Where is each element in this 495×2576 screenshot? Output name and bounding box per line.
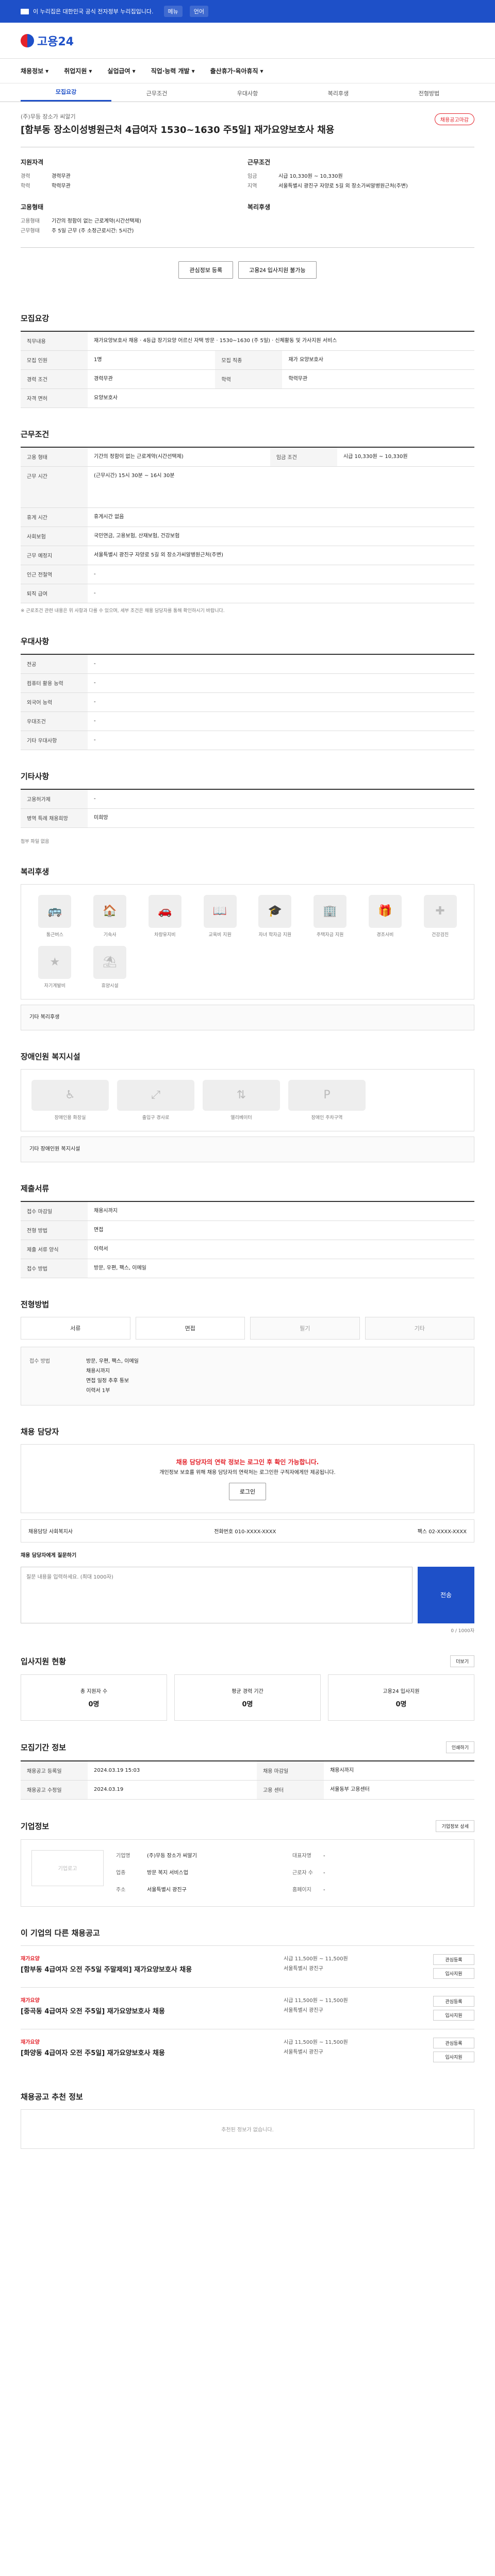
list-item[interactable]: 재가요양 [중곡동 4급여자 오전 주5일] 재가요양보호사 채용 시급 11,5…	[21, 1987, 474, 2029]
welfare-child-icon: 🎓 자녀 학자금 지원	[252, 894, 299, 938]
method-option-written: 필기	[250, 1316, 360, 1340]
chevron-down-icon: ▾	[191, 67, 195, 75]
login-button[interactable]: 로그인	[228, 1482, 267, 1500]
gnb-item-jobs[interactable]: 채용정보 ▾	[21, 66, 48, 75]
welfare-bus-icon: 🚌 통근버스	[31, 894, 78, 938]
chevron-down-icon: ▾	[132, 67, 136, 75]
char-counter: 0 / 1000자	[451, 1628, 474, 1634]
section-period: 모집기간 정보 인쇄하기 채용공고 등록일 2024.03.19 15:03 채용 …	[21, 1741, 474, 1800]
tab-work[interactable]: 근무조건	[111, 85, 202, 101]
banner-link-menu[interactable]: 메뉴	[163, 6, 183, 17]
flag-icon	[21, 8, 29, 14]
list-item[interactable]: 재가요양 [화양동 4급여자 오전 주5일] 재가요양보호사 채용 시급 11,5…	[21, 2028, 474, 2071]
chevron-down-icon: ▾	[260, 67, 263, 75]
apply-button[interactable]: 입사지원	[433, 1968, 474, 1979]
list-item[interactable]: 재가요양 [함부동 4급여자 오전 주5일 주말제외] 재가요양보호사 채용 시급…	[21, 1945, 474, 1987]
welfare-resort-icon: ⛱ 휴양시설	[87, 945, 134, 989]
section-submit: 제출서류 접수 마감일 채용시까지 전형 방법 면접 제출 서류 양식 이력서 접수 …	[21, 1183, 474, 1278]
summary-heading: 근무조건	[248, 159, 271, 166]
apply-button[interactable]: 입사지원	[433, 2009, 474, 2021]
section-other: 기타사항 고용허가제 - 병역 특례 채용희망 미희망 첨부 파일 없음	[21, 771, 474, 845]
parking-icon: P 장애인 주차구역	[288, 1079, 366, 1121]
gnb-item-training[interactable]: 직업·능력 개발 ▾	[151, 66, 195, 75]
tab-welfare[interactable]: 복리후생	[293, 85, 384, 101]
contact-desc: 개인정보 보호를 위해 채용 담당자의 연락처는 로그인한 구직자에게만 제공됩…	[159, 1469, 336, 1476]
banner-link-lang[interactable]: 언어	[189, 6, 208, 17]
section-contact: 채용 담당자 채용 담당자의 연락 정보는 로그인 후 확인 가능합니다. 개인…	[21, 1426, 474, 1635]
elevator-icon: ⇅ 엘리베이터	[203, 1079, 280, 1121]
stat-card: 평균 경력 기간 0명	[174, 1674, 321, 1721]
apply-button[interactable]: 입사지원	[433, 2051, 474, 2062]
welfare-dorm-icon: 🏠 기숙사	[87, 894, 134, 938]
question-input[interactable]	[21, 1566, 412, 1623]
job-title: [함부동 장소이성병원근처 4급여자 1530~1630 주5일] 재가요양보호…	[21, 125, 335, 135]
send-button[interactable]: 전송	[418, 1566, 474, 1623]
ramp-icon: ⤢ 출입구 경사로	[117, 1079, 194, 1121]
company-logo: 기업로고	[31, 1850, 104, 1886]
summary-heading: 복리후생	[248, 204, 271, 211]
welfare-car-icon: 🚗 차량유지비	[142, 894, 189, 938]
empty-state: 추천된 정보가 없습니다.	[21, 2109, 474, 2149]
restroom-icon: ♿ 장애인용 화장실	[31, 1079, 109, 1121]
gnb-item-support[interactable]: 취업지원 ▾	[64, 66, 92, 75]
section-stats: 입사지원 현황 더보기 총 지원자 수 0명 평균 경력 기간 0명 고용24 입사…	[21, 1655, 474, 1721]
job-header: (주)무등 장소가 씨알기 [함부동 장소이성병원근처 4급여자 1530~16…	[21, 102, 474, 148]
method-option-etc: 기타	[365, 1316, 474, 1340]
tab-method[interactable]: 전형방법	[384, 85, 474, 101]
welfare-gift-icon: 🎁 경조사비	[362, 894, 409, 938]
global-nav: 채용정보 ▾ 취업지원 ▾ 실업급여 ▾ 직업·능력 개발 ▾ 출산휴가·육아휴직 ▾	[0, 59, 495, 83]
favorite-button[interactable]: 관심정보 등록	[178, 261, 234, 279]
summary-heading: 고용형태	[21, 204, 44, 211]
company-detail-button[interactable]: 기업정보 상세	[436, 1820, 474, 1832]
welfare-house-icon: 🏢 주택자금 지원	[307, 894, 354, 938]
chevron-down-icon: ▾	[89, 67, 92, 75]
summary-heading: 지원자격	[21, 159, 44, 166]
favorite-button[interactable]: 관심등록	[433, 1954, 474, 1965]
method-option-docs: 서류	[21, 1316, 130, 1340]
site-header: 고용24	[0, 23, 495, 59]
section-recruit: 모집요강 직무내용 재가요양보호사 채용 · 4등급 장기요양 어르신 자택 방문…	[21, 313, 474, 409]
banner-notice: 이 누리집은 대한민국 공식 전자정부 누리집입니다.	[33, 8, 154, 15]
section-welfare: 복리후생 🚌 통근버스 🏠 기숙사 🚗 차량유지비 📖 교육비 지원 🎓 자녀 학자금 지…	[21, 866, 474, 1030]
stat-card: 총 지원자 수 0명	[21, 1674, 167, 1721]
status-badge: 채용공고마감	[434, 113, 474, 125]
print-button[interactable]: 인쇄하기	[446, 1741, 474, 1753]
attachment-note: 첨부 파일 없음	[21, 839, 50, 844]
favorite-button[interactable]: 관심등록	[433, 1995, 474, 2007]
gnb-item-leave[interactable]: 출산휴가·육아휴직 ▾	[210, 66, 263, 75]
contact-warning: 채용 담당자의 연락 정보는 로그인 후 확인 가능합니다.	[176, 1458, 319, 1466]
job-summary: 지원자격 경력 경력무관 학력 학력무관 고용형태 고용형태 기간의 정함이 없는 근…	[21, 147, 474, 248]
site-logo[interactable]: 고용24	[21, 32, 74, 49]
section-disability: 장애인원 복지시설 ♿ 장애인용 화장실 ⤢ 출입구 경사로 ⇅ 엘리베이터 P 장애인…	[21, 1051, 474, 1162]
section-recommend: 채용공고 추천 정보 추천된 정보가 없습니다.	[21, 2091, 474, 2149]
section-prefer: 우대사항 전공 - 컴퓨터 활용 능력 - 외국어 능력 - 우대조건 - 기타 우대사…	[21, 636, 474, 750]
disability-etc: 기타 장애인원 복지시설	[21, 1136, 474, 1162]
tab-recruit[interactable]: 모집요강	[21, 83, 111, 101]
stat-card: 고용24 입사지원 0명	[328, 1674, 474, 1721]
gnb-item-unemployment[interactable]: 실업급여 ▾	[107, 66, 135, 75]
section-similar: 이 기업의 다른 채용공고 재가요양 [함부동 4급여자 오전 주5일 주말제외]…	[21, 1927, 474, 2071]
government-banner: 이 누리집은 대한민국 공식 전자정부 누리집입니다. 메뉴 언어	[0, 0, 495, 23]
welfare-edu-icon: 📖 교육비 지원	[196, 894, 243, 938]
section-method: 전형방법 서류 면접 필기 기타 접수 방법 방문, 우편, 팩스, 이메일 채용…	[21, 1299, 474, 1405]
tab-prefer[interactable]: 우대사항	[202, 85, 293, 101]
detail-tabs: 모집요강 근무조건 우대사항 복리후생 전형방법	[0, 83, 495, 102]
welfare-self-icon: ★ 자기계발비	[31, 945, 78, 989]
chevron-down-icon: ▾	[45, 67, 49, 75]
welfare-etc: 기타 복리후생	[21, 1004, 474, 1030]
favorite-button[interactable]: 관심등록	[433, 2037, 474, 2048]
section-work: 근무조건 고용 형태 기간의 정함이 없는 근로계약(시간선택제) 임금 조건 시급 …	[21, 429, 474, 615]
welfare-health-icon: ✚ 건강검진	[417, 894, 464, 938]
stats-more-button[interactable]: 더보기	[450, 1655, 474, 1667]
manager-card: 채용담당 사회복지사 전화번호 010-XXXX-XXXX 팩스 02-XXXX…	[21, 1519, 474, 1543]
action-bar: 관심정보 등록 고용24 입사지원 불가능	[21, 248, 474, 292]
section-company: 기업정보 기업정보 상세 기업로고 기업명 (주)무등 장소가 씨알기 대표자명 -…	[21, 1820, 474, 1907]
apply-button[interactable]: 고용24 입사지원 불가능	[238, 261, 317, 279]
logo-icon	[21, 33, 34, 47]
company-name: (주)무등 장소가 씨알기	[21, 113, 76, 120]
method-option-interview: 면접	[135, 1316, 245, 1340]
